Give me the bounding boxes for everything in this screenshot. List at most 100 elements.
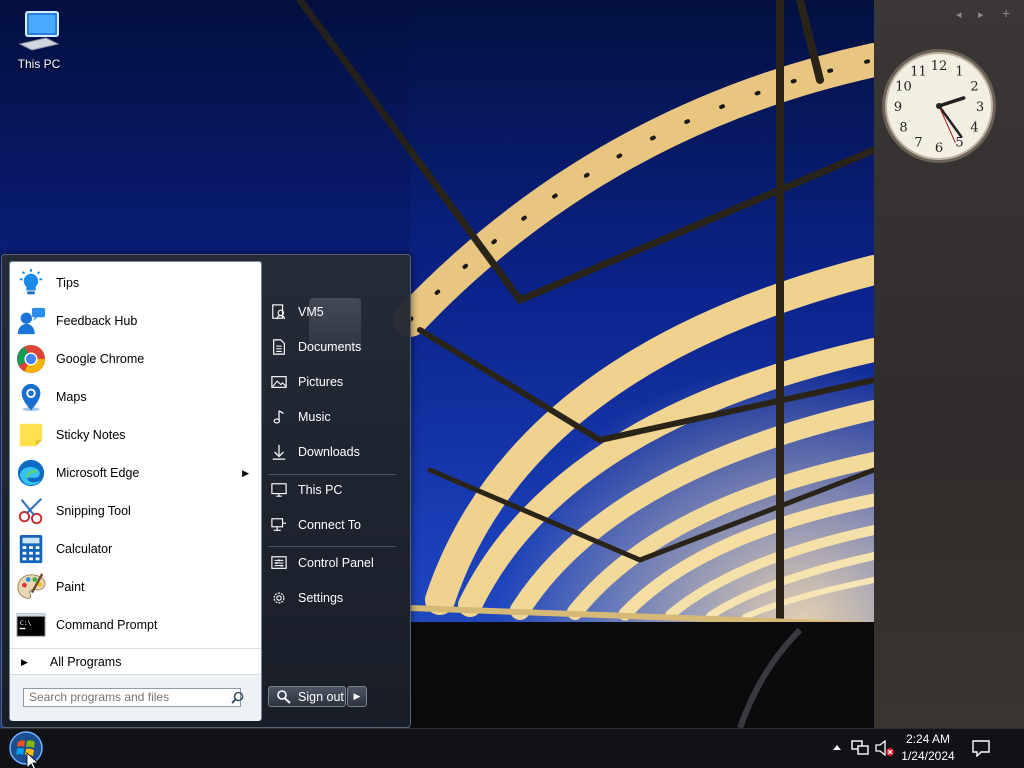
monitor-icon: [270, 482, 288, 498]
chevron-up-icon[interactable]: [832, 743, 842, 751]
program-item-command-prompt[interactable]: C:\ Command Prompt: [10, 606, 261, 644]
network-icon[interactable]: [851, 740, 869, 756]
notification-icon[interactable]: [972, 739, 990, 757]
menu-separator: [268, 546, 396, 547]
program-label: Maps: [56, 390, 87, 404]
taskbar: [0, 728, 1024, 768]
start-link-label: Connect To: [298, 518, 362, 532]
user-folder-icon: [270, 304, 288, 320]
start-link-label: VM5: [298, 305, 324, 319]
gear-icon: [270, 590, 288, 606]
start-link-label: Music: [298, 410, 331, 424]
program-label: Calculator: [56, 542, 113, 556]
program-item-feedback-hub[interactable]: Feedback Hub: [10, 302, 261, 340]
start-link-label: Control Panel: [298, 556, 374, 570]
start-link-downloads[interactable]: Downloads: [266, 437, 400, 467]
clock-numeral: 8: [899, 121, 907, 136]
connect-icon: [270, 517, 288, 533]
clock-numeral: 6: [935, 141, 943, 156]
all-programs-label: All Programs: [49, 655, 122, 669]
search-icon[interactable]: [231, 691, 244, 704]
start-link-control-panel[interactable]: Control Panel: [266, 548, 400, 578]
terminal-icon: C:\: [15, 609, 47, 641]
taskbar-clock[interactable]: 2:24 AM 1/24/2024: [895, 731, 961, 765]
program-label: Google Chrome: [56, 352, 145, 366]
program-item-microsoft-edge[interactable]: Microsoft Edge ▶: [10, 454, 261, 492]
start-link-settings[interactable]: Settings: [266, 583, 400, 613]
program-item-paint[interactable]: Paint: [10, 568, 261, 606]
sticky-note-icon: [15, 419, 47, 451]
computer-icon: [18, 11, 60, 51]
document-icon: [270, 339, 288, 355]
menu-separator: [268, 474, 396, 475]
clock-numeral: 10: [895, 80, 912, 95]
volume-muted-icon[interactable]: [875, 740, 895, 756]
edge-icon: [15, 457, 47, 489]
clock-numeral: 5: [955, 136, 963, 151]
program-label: Command Prompt: [56, 618, 158, 632]
program-list-pane: Tips Feedback Hub Google Chrome Maps Sticky …: [9, 261, 262, 721]
control-panel-icon: [270, 555, 288, 571]
start-link-music[interactable]: Music: [266, 402, 400, 432]
start-link-label: This PC: [298, 483, 343, 497]
calculator-icon: [15, 533, 47, 565]
start-link-label: Documents: [298, 340, 362, 354]
program-item-google-chrome[interactable]: Google Chrome: [10, 340, 261, 378]
gadget-next-button[interactable]: ▸: [978, 8, 984, 21]
desktop-icon-label: This PC: [17, 57, 61, 71]
program-item-snipping-tool[interactable]: Snipping Tool: [10, 492, 261, 530]
clock-numeral: 1: [955, 64, 963, 79]
map-pin-icon: [15, 381, 47, 413]
program-item-tips[interactable]: Tips: [10, 264, 261, 302]
program-label: Sticky Notes: [56, 428, 126, 442]
gadget-prev-button[interactable]: ◂: [956, 8, 962, 21]
clock-numeral: 9: [894, 100, 902, 115]
program-label: Snipping Tool: [56, 504, 131, 518]
clock-numeral: 12: [931, 59, 948, 74]
taskbar-time: 2:24 AM: [905, 732, 951, 746]
sign-out-label: Sign out: [298, 689, 344, 704]
power-options-button[interactable]: ▶: [347, 686, 367, 707]
start-link-vm5[interactable]: VM5: [266, 297, 400, 327]
start-button[interactable]: [6, 730, 46, 768]
start-link-label: Settings: [298, 591, 344, 605]
program-item-calculator[interactable]: Calculator: [10, 530, 261, 568]
program-label: Microsoft Edge: [56, 466, 140, 480]
clock-numeral: 2: [970, 80, 978, 95]
lightbulb-icon: [15, 267, 47, 299]
play-arrow-icon: ▶: [21, 656, 28, 667]
start-link-pictures[interactable]: Pictures: [266, 367, 400, 397]
start-link-this-pc[interactable]: This PC: [266, 475, 400, 505]
feedback-icon: [15, 305, 47, 337]
program-item-sticky-notes[interactable]: Sticky Notes: [10, 416, 261, 454]
clock-pin: [936, 103, 942, 109]
submenu-arrow-icon[interactable]: ▶: [242, 468, 249, 479]
start-link-label: Downloads: [298, 445, 360, 459]
desktop-icon-this-pc[interactable]: This PC: [10, 8, 68, 71]
start-link-documents[interactable]: Documents: [266, 332, 400, 362]
clock-numeral: 4: [970, 121, 978, 136]
search-input[interactable]: [23, 688, 241, 707]
desktop: This PC ◂ ▸ + 12 1 2 3 4 5 6 7 8 9 10 11 Tips Feedba…: [0, 0, 1024, 768]
svg-text:C:\: C:\: [20, 619, 32, 627]
music-note-icon: [270, 409, 288, 425]
program-item-maps[interactable]: Maps: [10, 378, 261, 416]
key-icon: [277, 689, 291, 704]
sign-out-button[interactable]: Sign out: [268, 686, 346, 707]
program-label: Tips: [56, 276, 80, 290]
search-area: [10, 674, 261, 721]
start-link-connect-to[interactable]: Connect To: [266, 510, 400, 540]
chrome-icon: [15, 343, 47, 375]
program-label: Paint: [56, 580, 85, 594]
all-programs-button[interactable]: ▶ All Programs: [10, 648, 261, 675]
start-link-label: Pictures: [298, 375, 344, 389]
gadget-add-button[interactable]: +: [1002, 5, 1010, 21]
scissors-icon: [15, 495, 47, 527]
picture-icon: [270, 374, 288, 390]
clock-gadget[interactable]: 12 12 3 45678 9 1011: [880, 47, 998, 165]
taskbar-date: 1/24/2024: [901, 749, 955, 763]
program-label: Feedback Hub: [56, 314, 138, 328]
palette-icon: [15, 571, 47, 603]
clock-numeral: 3: [976, 100, 984, 115]
download-icon: [270, 444, 288, 460]
